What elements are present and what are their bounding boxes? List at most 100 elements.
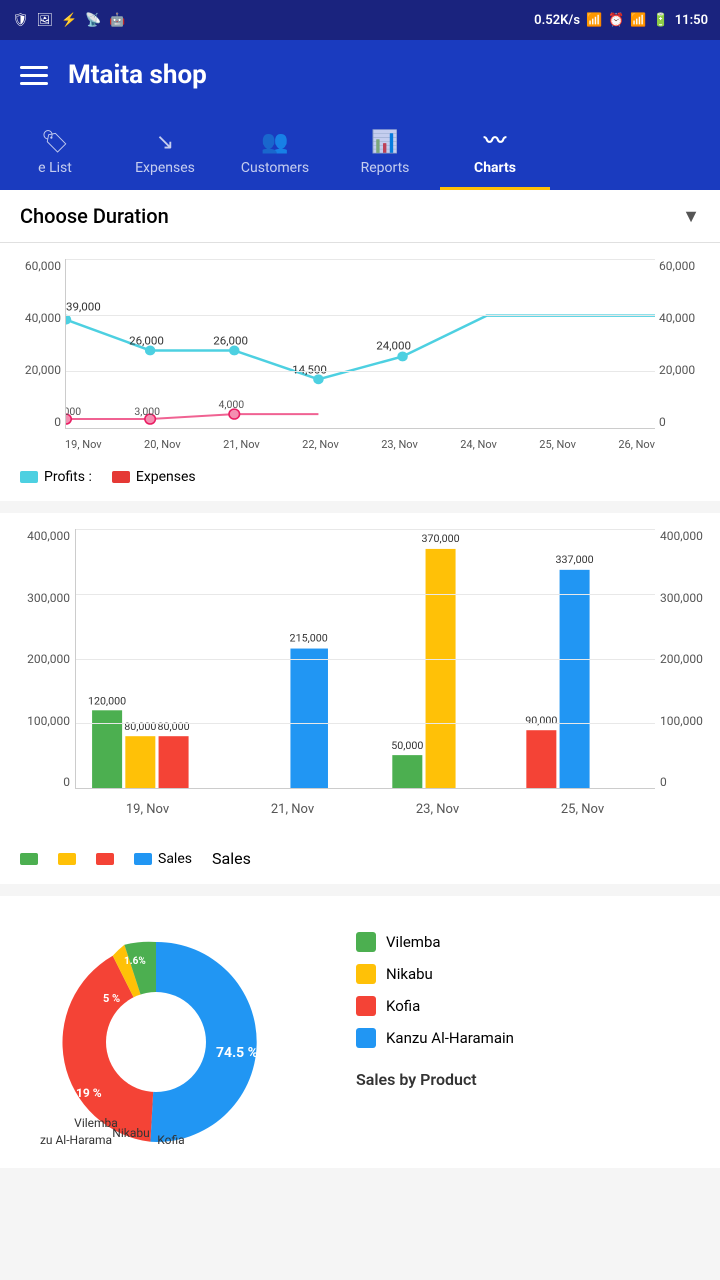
bar-chart-x-labels: 19, Nov 21, Nov 23, Nov 25, Nov <box>75 789 655 829</box>
bar-label: 90,000 <box>525 715 557 728</box>
bar-legend-yellow <box>58 853 76 865</box>
pie-legend: Vilemba Nikabu Kofia Kanzu Al-Haramain S… <box>356 912 704 1089</box>
usb-icon: ⚡ <box>61 13 77 28</box>
line-chart-area: 39,000 26,000 26,000 14,500 24,000 3,000… <box>65 259 655 429</box>
pie-label-green: 1.6% <box>124 956 146 967</box>
tab-charts-label: Charts <box>474 160 516 176</box>
profits-legend-item: Profits : <box>20 469 92 485</box>
bar-chart: 400,000 300,000 200,000 100,000 0 400,00… <box>10 529 710 839</box>
app-title: Mtaita shop <box>68 60 207 90</box>
bar <box>125 736 155 788</box>
app-bar: Mtaita shop <box>0 40 720 110</box>
line-chart-y-right: 60,000 40,000 20,000 0 <box>655 259 710 429</box>
expenses-legend-item: Expenses <box>112 469 196 485</box>
pie-bottom-label: Kofia <box>157 1133 184 1147</box>
network-speed: 0.52K/s <box>534 13 580 28</box>
bar-chart-y-right: 400,000 300,000 200,000 100,000 0 <box>655 529 710 789</box>
expense-line <box>66 414 318 419</box>
tab-customers[interactable]: 👥 Customers <box>220 122 330 190</box>
status-bar: 🛡 🖼 ⚡ 📡 🤖 0.52K/s 📶 ⏰ 📶 🔋 11:50 <box>0 0 720 40</box>
kanzu-legend-label: Kanzu Al-Haramain <box>386 1029 514 1047</box>
bar-label: 120,000 <box>88 695 126 708</box>
wifi-icon: 📶 <box>586 13 602 28</box>
line-chart: 60,000 40,000 20,000 0 60,000 40,000 20,… <box>10 259 710 459</box>
grid-line <box>76 529 655 530</box>
pie-legend-nikabu: Nikabu <box>356 964 704 984</box>
nikabu-legend-color <box>356 964 376 984</box>
tab-charts[interactable]: 〰 Charts <box>440 115 550 190</box>
bar-legend-sales-label: Sales <box>158 851 192 867</box>
bar-label: 215,000 <box>290 632 328 645</box>
hamburger-menu[interactable] <box>20 66 48 85</box>
navigation-tabs: 🏷 e List ↘ Expenses 👥 Customers 📊 Report… <box>0 110 720 190</box>
expenses-tab-icon: ↘ <box>156 130 174 155</box>
pie-label-blue: 74.5 % <box>216 1045 258 1061</box>
dropdown-arrow-icon: ▼ <box>682 206 700 227</box>
tab-reports[interactable]: 📊 Reports <box>330 122 440 190</box>
bar-legend-red <box>96 853 114 865</box>
bar <box>526 730 556 788</box>
profit-point <box>397 351 408 361</box>
bar <box>392 755 422 788</box>
expenses-legend-color <box>112 471 130 483</box>
bar <box>426 549 456 788</box>
pie-chart-svg: 74.5 % 19 % 5 % 1.6% Vilemba Nikabu Kofi… <box>16 912 336 1152</box>
vilemba-legend-label: Vilemba <box>386 933 441 951</box>
grid-line <box>76 594 655 595</box>
line-chart-x-labels: 19, Nov 20, Nov 21, Nov 22, Nov 23, Nov … <box>65 429 655 459</box>
pie-legend-vilemba: Vilemba <box>356 932 704 952</box>
bar-legend-red-color <box>96 853 114 865</box>
bar-legend-green <box>20 853 38 865</box>
bar-legend-yellow-color <box>58 853 76 865</box>
bar-legend-green-color <box>20 853 38 865</box>
grid-line <box>66 259 655 260</box>
pie-bottom-label: Nikabu <box>112 1126 149 1140</box>
tab-expenses[interactable]: ↘ Expenses <box>110 122 220 190</box>
annotation: 39,000 <box>66 301 101 314</box>
duration-selector[interactable]: Choose Duration ▼ <box>0 190 720 243</box>
pie-bottom-label: Vilemba <box>74 1116 118 1130</box>
kofia-legend-label: Kofia <box>386 997 420 1015</box>
pie-chart-section: 74.5 % 19 % 5 % 1.6% Vilemba Nikabu Kofi… <box>0 896 720 1168</box>
kanzu-legend-color <box>356 1028 376 1048</box>
vilemba-legend-color <box>356 932 376 952</box>
pie-chart-title: Sales by Product <box>356 1070 704 1089</box>
bar-label: 50,000 <box>391 740 423 753</box>
pie-chart-wrapper: 74.5 % 19 % 5 % 1.6% Vilemba Nikabu Kofi… <box>16 912 336 1152</box>
reports-tab-icon: 📊 <box>371 130 398 155</box>
bar <box>560 570 590 788</box>
profit-point <box>66 315 71 325</box>
pie-center <box>106 992 206 1092</box>
charts-tab-icon: 〰 <box>484 123 506 155</box>
grid-line <box>76 723 655 724</box>
app-icon: 🤖 <box>109 13 125 28</box>
signal-icon: 📶 <box>630 13 646 28</box>
clock-icon: ⏰ <box>608 13 624 28</box>
tab-list[interactable]: 🏷 e List <box>0 122 110 190</box>
duration-label: Choose Duration <box>20 204 169 228</box>
expenses-legend-label: Expenses <box>136 469 196 485</box>
bar-label: 337,000 <box>555 553 593 566</box>
pie-bottom-label: zu Al-Harama <box>40 1133 112 1147</box>
grid-line <box>66 371 655 372</box>
annotation: 3,000 <box>66 407 81 418</box>
tab-reports-label: Reports <box>361 160 410 176</box>
bar-legend-sales-text: Sales <box>212 849 251 868</box>
line-chart-y-left: 60,000 40,000 20,000 0 <box>10 259 65 429</box>
customers-tab-icon: 👥 <box>261 130 288 155</box>
annotation: 24,000 <box>376 340 411 353</box>
grid-line <box>66 315 655 316</box>
bar-legend-blue-color <box>134 853 152 865</box>
time-display: 11:50 <box>675 13 708 28</box>
bar-chart-container: 400,000 300,000 200,000 100,000 0 400,00… <box>0 513 720 884</box>
line-chart-legend: Profits : Expenses <box>10 469 710 485</box>
tab-customers-label: Customers <box>241 160 309 176</box>
status-icons: 🛡 🖼 ⚡ 📡 🤖 <box>12 13 126 28</box>
profits-legend-label: Profits : <box>44 469 92 485</box>
list-tab-icon: 🏷 <box>41 130 69 155</box>
pie-legend-kofia: Kofia <box>356 996 704 1016</box>
bar <box>92 710 122 788</box>
line-chart-svg: 39,000 26,000 26,000 14,500 24,000 3,000… <box>66 259 655 428</box>
battery-icon: 🔋 <box>653 13 669 28</box>
status-info: 0.52K/s 📶 ⏰ 📶 🔋 11:50 <box>534 13 708 28</box>
